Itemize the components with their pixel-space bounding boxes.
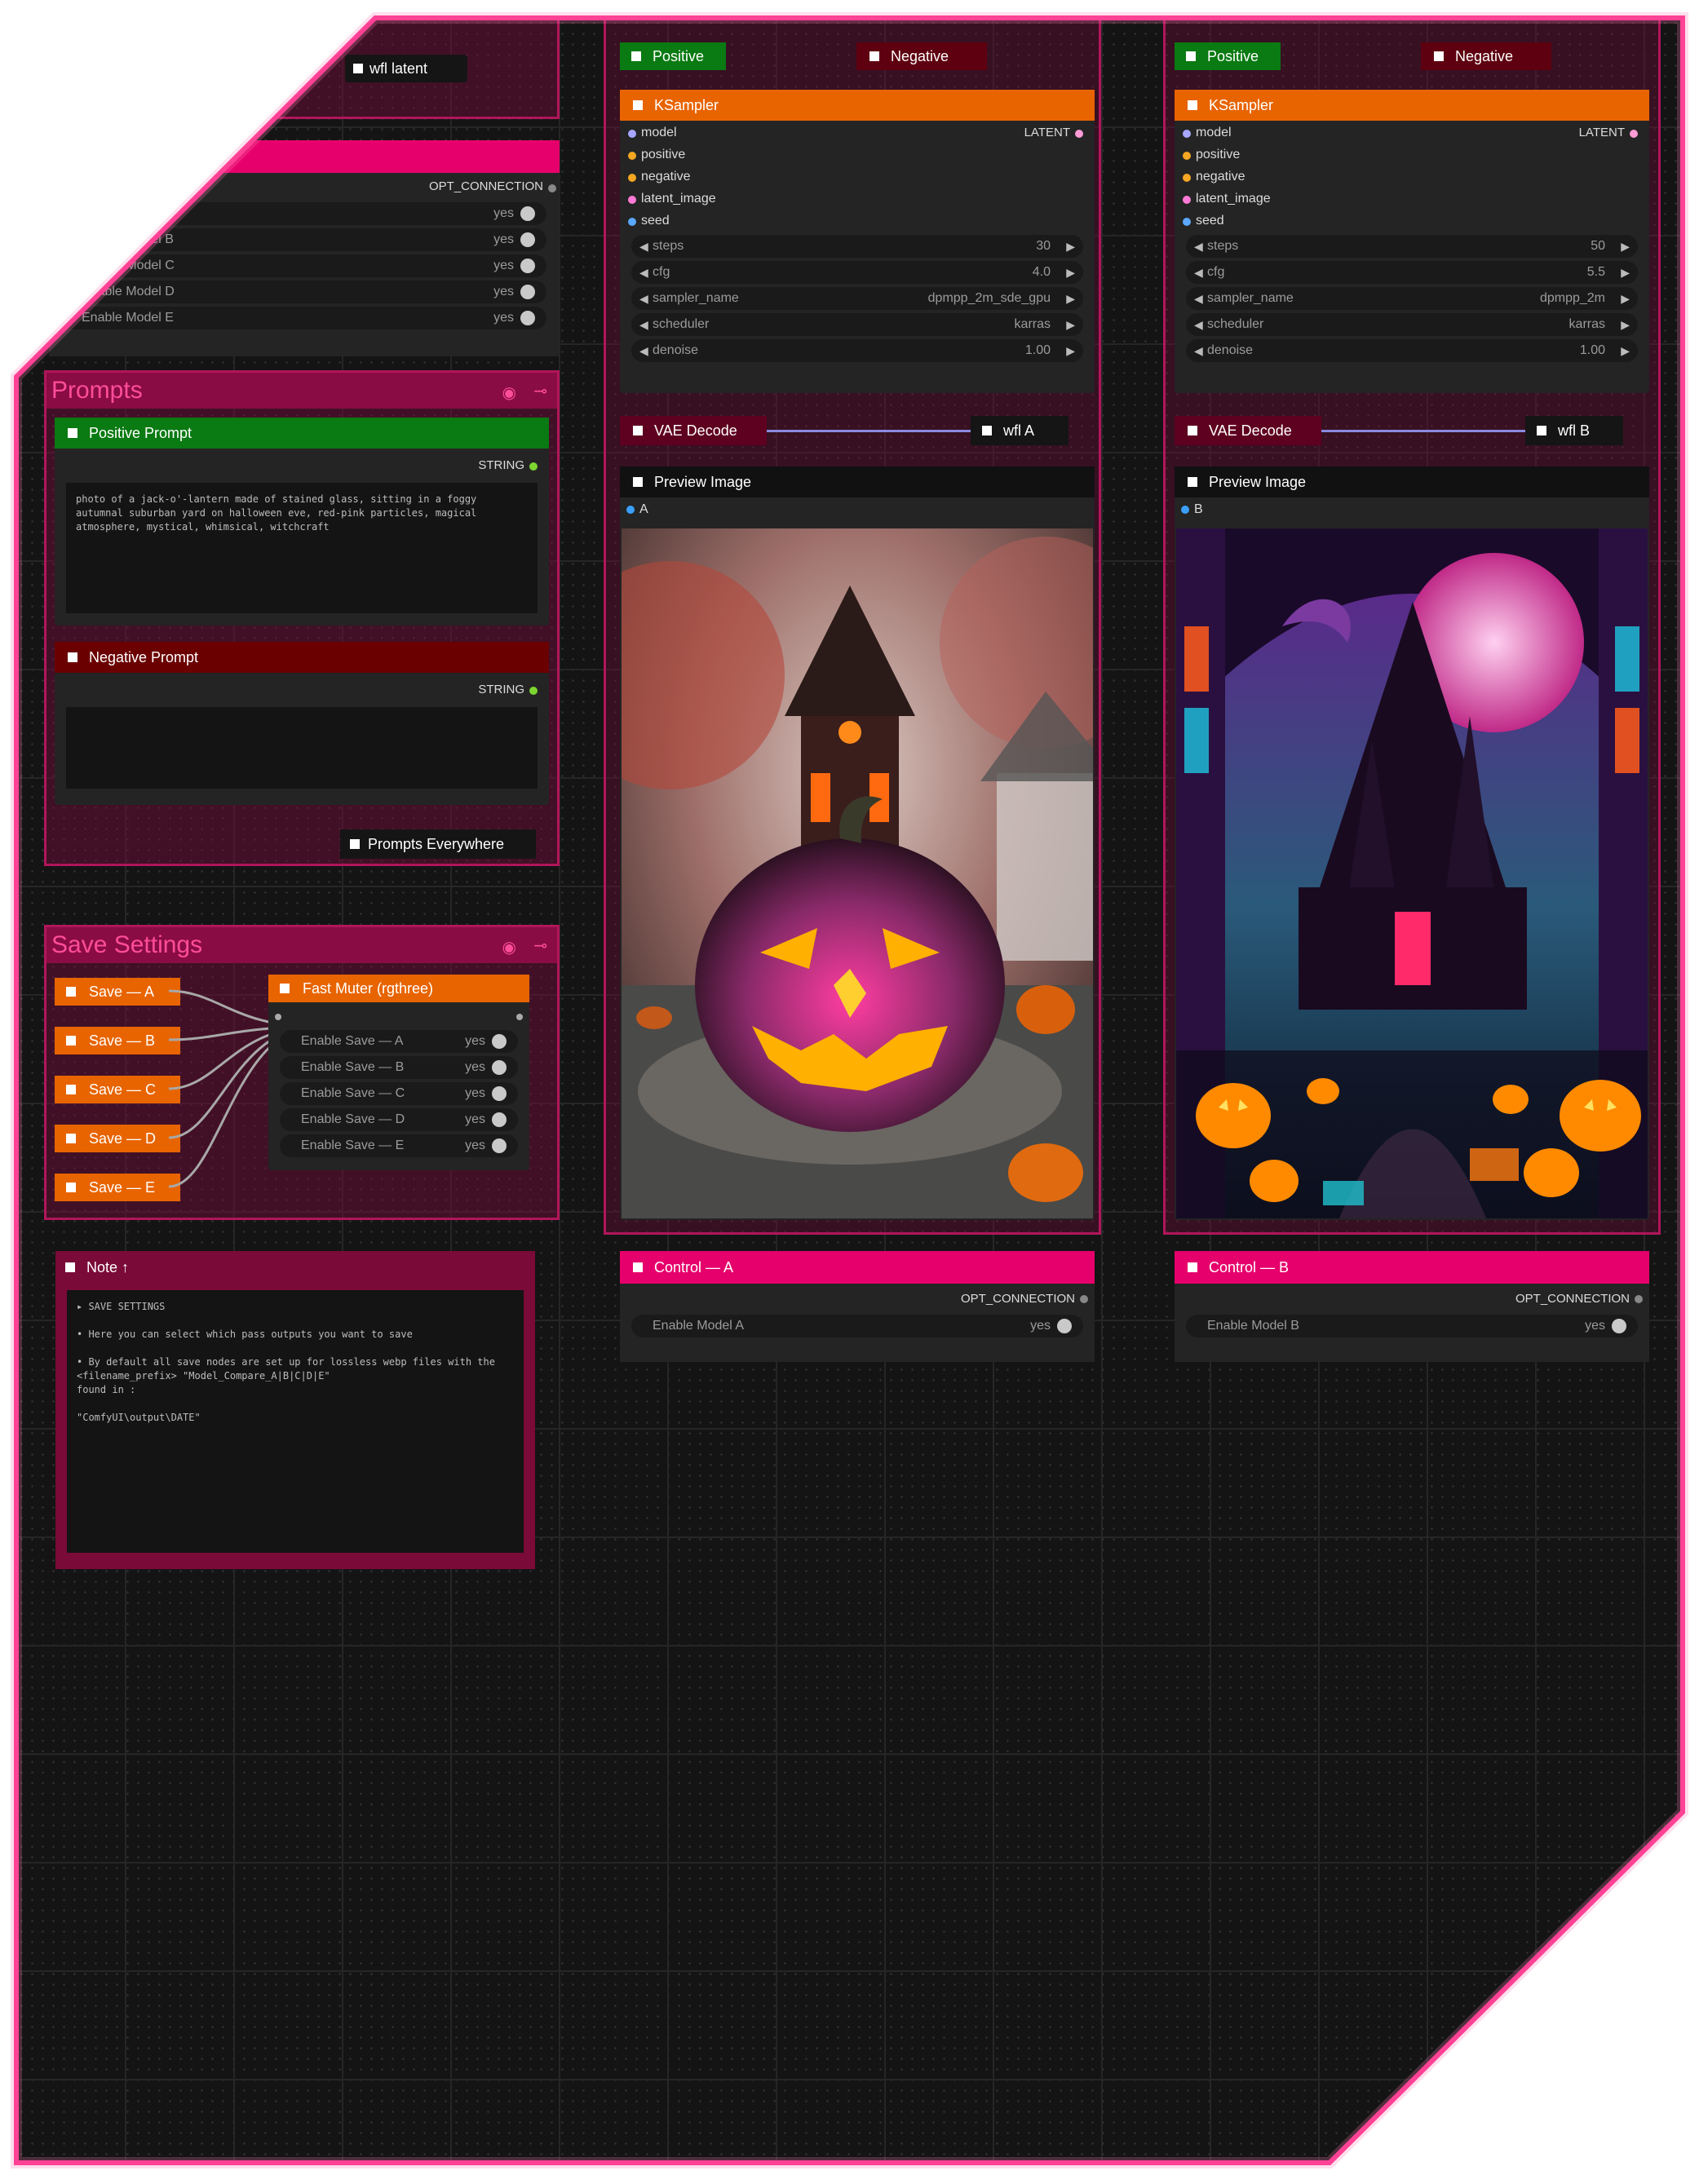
frame-border [11, 12, 1688, 2169]
